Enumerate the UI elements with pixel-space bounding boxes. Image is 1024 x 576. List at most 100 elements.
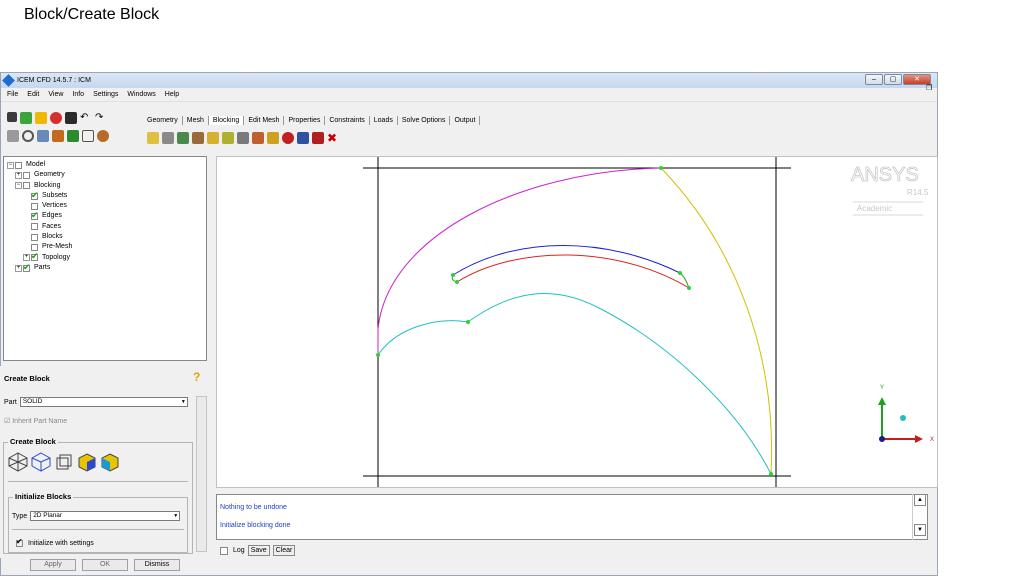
tab-constraints[interactable]: Constraints bbox=[325, 116, 370, 125]
tree-item-edges[interactable]: Edges bbox=[7, 210, 203, 221]
checkbox-blocking[interactable] bbox=[23, 182, 30, 190]
mesh-display-icon[interactable] bbox=[67, 130, 79, 142]
checkbox-edges[interactable] bbox=[31, 210, 39, 220]
check-blocks-icon[interactable] bbox=[297, 132, 309, 144]
surface-icon[interactable] bbox=[97, 130, 109, 142]
refresh-icon[interactable] bbox=[20, 112, 32, 124]
save-button[interactable]: Save bbox=[247, 545, 270, 556]
tab-loads[interactable]: Loads bbox=[370, 116, 398, 125]
move-vertex-icon[interactable] bbox=[222, 132, 234, 144]
minimize-button[interactable]: – bbox=[865, 74, 883, 85]
collapse-icon[interactable]: − bbox=[7, 161, 14, 169]
tree-item-geometry[interactable]: + Geometry bbox=[7, 170, 203, 180]
checkbox-parts[interactable] bbox=[23, 262, 31, 272]
menu-help[interactable]: Help bbox=[165, 91, 179, 98]
tab-properties[interactable]: Properties bbox=[284, 116, 326, 125]
tree-item-parts[interactable]: + Parts bbox=[7, 262, 203, 273]
checkbox-geometry[interactable] bbox=[23, 171, 30, 179]
edit-block-icon[interactable] bbox=[192, 132, 204, 144]
point[interactable] bbox=[769, 472, 773, 476]
menu-file[interactable]: File bbox=[7, 91, 18, 98]
pre-mesh-smooth-icon[interactable] bbox=[282, 132, 294, 144]
ok-button[interactable]: OK bbox=[82, 559, 128, 571]
menu-edit[interactable]: Edit bbox=[27, 91, 39, 98]
pre-mesh-quality-icon[interactable] bbox=[267, 132, 279, 144]
inherit-part-name-checkbox[interactable]: ☑ Inherit Part Name bbox=[4, 417, 67, 425]
tab-solve-options[interactable]: Solve Options bbox=[398, 116, 451, 125]
3d-to-2d-icon[interactable] bbox=[100, 452, 120, 472]
menu-settings[interactable]: Settings bbox=[93, 91, 118, 98]
menu-view[interactable]: View bbox=[48, 91, 63, 98]
panel-scrollbar[interactable] bbox=[196, 396, 207, 552]
curve-lower-right[interactable] bbox=[467, 293, 772, 475]
block-view-icon[interactable] bbox=[82, 130, 94, 142]
shade-icon[interactable] bbox=[50, 112, 62, 124]
expand-icon[interactable]: + bbox=[15, 171, 22, 179]
tab-edit-mesh[interactable]: Edit Mesh bbox=[244, 116, 285, 125]
curve-inlet-arc[interactable] bbox=[377, 167, 662, 330]
tree-item-faces[interactable]: Faces bbox=[7, 222, 203, 232]
save-icon[interactable] bbox=[7, 112, 17, 122]
console-scrollbar[interactable]: ▲ ▼ bbox=[912, 494, 926, 540]
checkbox-subsets[interactable] bbox=[31, 190, 39, 200]
airfoil-lower-curve[interactable] bbox=[456, 254, 690, 289]
type-select[interactable]: 2D Planar bbox=[30, 511, 181, 521]
help-icon[interactable]: ? bbox=[193, 370, 200, 384]
curve-outlet-arc[interactable] bbox=[660, 167, 773, 475]
merge-vertices-icon[interactable] bbox=[177, 132, 189, 144]
from-vertices-icon[interactable] bbox=[31, 452, 51, 472]
expand-icon[interactable]: + bbox=[15, 264, 22, 272]
tools-icon[interactable] bbox=[52, 130, 64, 142]
tab-blocking[interactable]: Blocking bbox=[208, 116, 245, 125]
point[interactable] bbox=[455, 280, 459, 284]
point[interactable] bbox=[451, 273, 455, 277]
redo-icon[interactable]: ↷ bbox=[95, 112, 107, 124]
expand-icon[interactable]: + bbox=[23, 254, 30, 262]
display-icon[interactable] bbox=[65, 112, 77, 124]
delete-block-icon[interactable] bbox=[312, 132, 324, 144]
point[interactable] bbox=[687, 286, 691, 290]
tree-item-blocks[interactable]: Blocks bbox=[7, 232, 203, 242]
checkbox-pre-mesh[interactable] bbox=[31, 244, 38, 252]
curve-lower-left[interactable] bbox=[377, 320, 469, 356]
checkbox-vertices[interactable] bbox=[31, 202, 38, 210]
scroll-down-icon[interactable]: ▼ bbox=[914, 524, 926, 536]
point[interactable] bbox=[659, 166, 663, 170]
tree-item-model[interactable]: − Model bbox=[7, 160, 203, 170]
airfoil-upper-curve[interactable] bbox=[452, 245, 681, 276]
2d-to-3d-icon[interactable] bbox=[77, 452, 97, 472]
graphics-viewport[interactable]: ANSYS R14.5 Academic Y X bbox=[216, 156, 938, 488]
associate-icon[interactable] bbox=[207, 132, 219, 144]
delete-icon[interactable]: ✖ bbox=[327, 132, 339, 144]
tree-item-subsets[interactable]: Subsets bbox=[7, 190, 203, 201]
zoom-icon[interactable] bbox=[22, 130, 34, 142]
checkbox-blocks[interactable] bbox=[31, 233, 38, 241]
part-select[interactable]: SOLID bbox=[19, 397, 188, 407]
create-block-icon[interactable] bbox=[147, 132, 159, 144]
measure-icon[interactable] bbox=[37, 130, 49, 142]
fit-icon[interactable] bbox=[7, 130, 19, 142]
checkbox-model[interactable] bbox=[15, 161, 22, 169]
tab-mesh[interactable]: Mesh bbox=[183, 116, 209, 125]
point[interactable] bbox=[466, 320, 470, 324]
initialize-with-settings-checkbox[interactable]: Initialize with settings bbox=[16, 537, 94, 547]
menu-info[interactable]: Info bbox=[72, 91, 84, 98]
tree-item-topology[interactable]: + Topology bbox=[7, 251, 203, 263]
collapse-icon[interactable]: − bbox=[15, 182, 22, 190]
edge-params-icon[interactable] bbox=[252, 132, 264, 144]
scroll-up-icon[interactable]: ▲ bbox=[914, 494, 926, 506]
undo-icon[interactable]: ↶ bbox=[80, 112, 92, 124]
transform-icon[interactable] bbox=[237, 132, 249, 144]
maximize-button[interactable]: ▢ bbox=[884, 74, 902, 85]
point[interactable] bbox=[678, 271, 682, 275]
lightning-icon[interactable] bbox=[35, 112, 47, 124]
checkbox-topology[interactable] bbox=[31, 251, 39, 262]
split-block-icon[interactable] bbox=[162, 132, 174, 144]
tab-geometry[interactable]: Geometry bbox=[143, 116, 183, 125]
checkbox-box[interactable] bbox=[16, 537, 23, 547]
apply-button[interactable]: Apply bbox=[30, 559, 76, 571]
restore-icon[interactable]: ❐ bbox=[926, 84, 932, 92]
initialize-block-icon[interactable] bbox=[8, 452, 28, 472]
menu-windows[interactable]: Windows bbox=[127, 91, 155, 98]
dismiss-button[interactable]: Dismiss bbox=[134, 559, 180, 571]
